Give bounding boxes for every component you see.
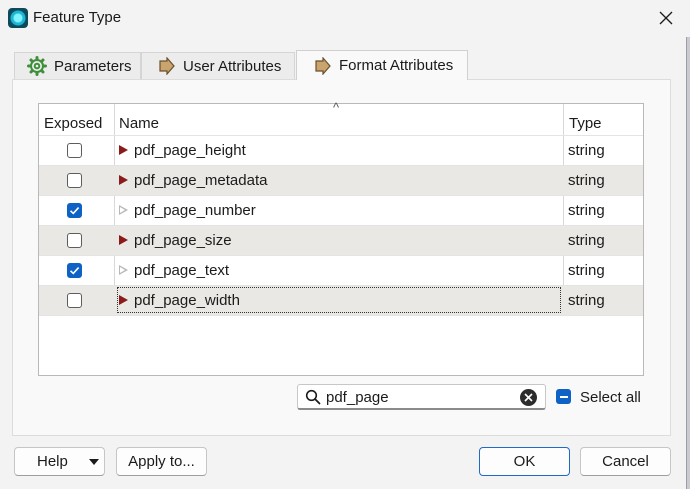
arrow-right-icon xyxy=(315,56,331,75)
close-button[interactable] xyxy=(648,0,684,36)
table-row[interactable]: pdf_page_metadata string xyxy=(39,165,643,195)
select-all-label[interactable]: Select all xyxy=(580,389,641,406)
search-icon xyxy=(305,389,321,405)
search-field[interactable] xyxy=(297,384,546,410)
tab-parameters[interactable]: Parameters xyxy=(14,52,141,79)
help-button[interactable]: Help xyxy=(14,447,105,476)
select-all-checkbox[interactable] xyxy=(556,389,571,404)
clear-search-button[interactable] xyxy=(520,389,537,406)
app-icon xyxy=(8,8,28,28)
clear-icon xyxy=(524,393,533,402)
attribute-name: pdf_page_height xyxy=(134,142,246,159)
ok-button[interactable]: OK xyxy=(479,447,570,476)
attribute-type: string xyxy=(568,232,605,249)
apply-to-button[interactable]: Apply to... xyxy=(116,447,207,476)
exposed-checkbox[interactable] xyxy=(67,293,82,308)
exposed-checkbox[interactable] xyxy=(67,263,82,278)
background-window-edge xyxy=(686,37,690,489)
exposed-checkbox[interactable] xyxy=(67,233,82,248)
table-row[interactable]: pdf_page_text string xyxy=(39,255,643,285)
attribute-marker-icon xyxy=(119,205,128,215)
gear-icon xyxy=(27,56,47,76)
table-row[interactable]: pdf_page_width string xyxy=(39,285,643,316)
column-header-exposed[interactable]: Exposed xyxy=(44,104,114,136)
exposed-checkbox[interactable] xyxy=(67,203,82,218)
table-row[interactable]: pdf_page_size string xyxy=(39,225,643,255)
attribute-marker-icon xyxy=(119,145,128,155)
attribute-type: string xyxy=(568,262,605,279)
checkmark-icon xyxy=(69,207,80,215)
attribute-type: string xyxy=(568,142,605,159)
table-row[interactable]: pdf_page_number string xyxy=(39,195,643,225)
attribute-name: pdf_page_size xyxy=(134,232,232,249)
close-icon xyxy=(659,11,673,25)
help-button-label: Help xyxy=(37,453,68,470)
apply-to-button-label: Apply to... xyxy=(128,453,195,470)
attribute-name: pdf_page_number xyxy=(134,202,256,219)
attribute-type: string xyxy=(568,202,605,219)
indeterminate-icon xyxy=(559,395,568,398)
table-row[interactable]: pdf_page_height string xyxy=(39,135,643,165)
attribute-marker-icon xyxy=(119,235,128,245)
tab-label: User Attributes xyxy=(183,57,282,75)
attribute-type: string xyxy=(568,292,605,309)
cancel-button-label: Cancel xyxy=(602,453,649,470)
tab-format-attributes[interactable]: Format Attributes xyxy=(296,50,468,80)
window-title: Feature Type xyxy=(33,9,122,26)
attribute-marker-icon xyxy=(119,295,128,305)
tab-user-attributes[interactable]: User Attributes xyxy=(141,52,295,79)
exposed-checkbox[interactable] xyxy=(67,173,82,188)
sort-indicator: ^ xyxy=(333,100,340,115)
tab-label: Parameters xyxy=(54,57,132,75)
exposed-checkbox[interactable] xyxy=(67,143,82,158)
column-header-type[interactable]: Type xyxy=(569,104,639,136)
attribute-name: pdf_page_text xyxy=(134,262,230,279)
attribute-marker-icon xyxy=(119,265,128,275)
tab-label: Format Attributes xyxy=(339,57,454,74)
attributes-table: Exposed Name ^ Type pdf_page_height stri… xyxy=(38,100,644,376)
checkmark-icon xyxy=(69,267,80,275)
arrow-right-icon xyxy=(159,57,175,75)
cancel-button[interactable]: Cancel xyxy=(580,447,671,476)
ok-button-label: OK xyxy=(513,453,536,470)
attribute-name: pdf_page_metadata xyxy=(134,172,268,189)
dropdown-arrow-icon xyxy=(89,459,99,465)
attribute-type: string xyxy=(568,172,605,189)
attribute-name: pdf_page_width xyxy=(134,292,240,309)
attribute-marker-icon xyxy=(119,175,128,185)
search-input[interactable] xyxy=(326,387,516,407)
